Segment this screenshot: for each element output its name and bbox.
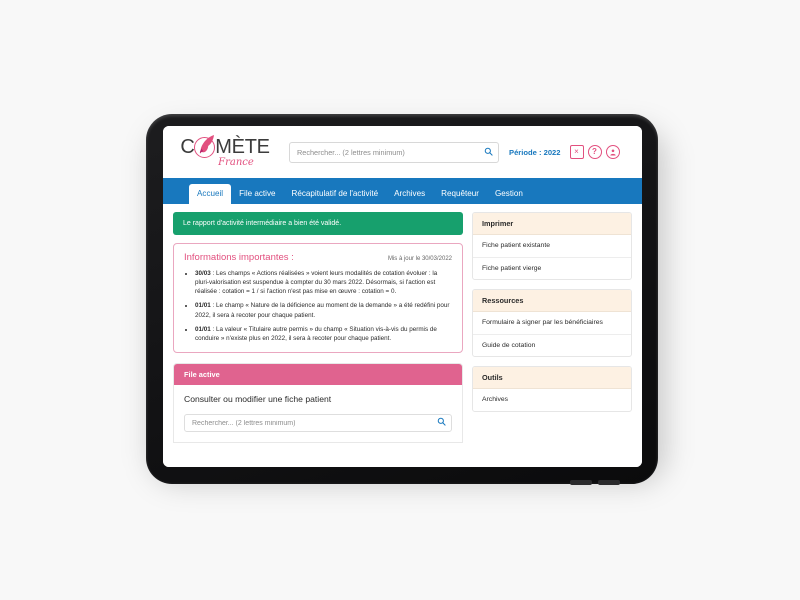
nav-item-gestion[interactable]: Gestion (487, 189, 531, 204)
sidebar: Imprimer Fiche patient existante Fiche p… (472, 212, 632, 467)
last-updated-label: Mis à jour le 30/03/2022 (387, 256, 452, 262)
help-icon[interactable]: ? (587, 145, 602, 159)
main-navigation: Accueil File active Récapitulatif de l'a… (163, 178, 642, 204)
global-search (289, 141, 499, 163)
patient-search (184, 412, 452, 433)
patient-search-input[interactable] (184, 414, 452, 433)
sidebar-item-archives[interactable]: Archives (473, 389, 631, 411)
file-active-panel-body: Consulter ou modifier une fiche patient (174, 385, 462, 443)
list-item-date: 01/01 (195, 325, 211, 333)
sidebar-card-outils: Outils Archives (472, 366, 632, 412)
list-item-text: : La valeur « Titulaire autre permis » d… (195, 325, 437, 342)
important-information-panel: Informations importantes : Mis à jour le… (173, 243, 463, 353)
period-label: Période : 2022 (509, 147, 561, 157)
important-information-list: 30/03 : Les champs « Actions réalisées »… (184, 269, 452, 343)
comet-icon (194, 134, 216, 158)
app-logo[interactable]: C MÈTE France (175, 134, 275, 168)
main-column: Le rapport d'activité intermédiaire a bi… (173, 212, 463, 467)
sidebar-card-title: Imprimer (473, 213, 631, 235)
sidebar-item-guide-de-cotation[interactable]: Guide de cotation (473, 335, 631, 357)
list-item-text: : Le champ « Nature de la déficience au … (195, 302, 450, 319)
list-item-text: : Les champs « Actions réalisées » voien… (195, 270, 438, 296)
page-title: Informations importantes : (184, 252, 294, 263)
sidebar-item-fiche-patient-existante[interactable]: Fiche patient existante (473, 235, 631, 258)
list-item-date: 01/01 (195, 302, 211, 310)
list-item-date: 30/03 (195, 270, 211, 277)
file-active-title: Consulter ou modifier une fiche patient (184, 393, 332, 404)
logo-prefix: C (180, 136, 195, 158)
screenshot-stage: C MÈTE France Rechercher... (2 lettres m… (0, 0, 800, 600)
list-item: 30/03 : Les champs « Actions réalisées »… (195, 269, 452, 296)
sidebar-card-ressources: Ressources Formulaire à signer par les b… (472, 289, 632, 358)
logo-subtitle: France (218, 156, 254, 168)
nav-item-archives[interactable]: Archives (386, 189, 433, 204)
nav-item-accueil[interactable]: Accueil (189, 184, 232, 204)
sidebar-card-title: Ressources (473, 290, 631, 313)
search-input[interactable] (289, 141, 499, 163)
nav-item-recapitulatif[interactable]: Récapitulatif de l'activité (284, 189, 387, 204)
nav-item-file-active[interactable]: File active (231, 189, 283, 204)
app-header: C MÈTE France Rechercher... (2 lettres m… (163, 126, 642, 178)
sidebar-item-formulaire-beneficiaires[interactable]: Formulaire à signer par les bénéficiaire… (473, 312, 631, 335)
sidebar-item-fiche-patient-vierge[interactable]: Fiche patient vierge (473, 258, 631, 280)
page-content: Le rapport d'activité intermédiaire a bi… (163, 204, 642, 467)
list-item: 01/01 : Le champ « Nature de la déficien… (195, 301, 452, 319)
account-icon[interactable] (605, 145, 620, 159)
tablet-side-button (570, 480, 592, 485)
tablet-side-button-2 (598, 480, 620, 485)
sidebar-card-imprimer: Imprimer Fiche patient existante Fiche p… (472, 212, 632, 281)
logo-suffix: MÈTE (215, 136, 270, 158)
list-item: 01/01 : La valeur « Titulaire autre perm… (195, 325, 452, 343)
success-banner: Le rapport d'activité intermédiaire a bi… (173, 212, 463, 235)
file-active-panel-header: File active (174, 363, 462, 385)
close-icon[interactable]: × (569, 145, 584, 159)
file-active-panel: File active Consulter ou modifier une fi… (173, 362, 463, 444)
important-information-header: Informations importantes : Mis à jour le… (184, 252, 452, 263)
nav-item-requeteur[interactable]: Requêteur (433, 189, 487, 204)
tablet-screen: C MÈTE France Rechercher... (2 lettres m… (163, 126, 642, 467)
logo-wordmark: C MÈTE (180, 134, 270, 158)
sidebar-card-title: Outils (473, 367, 631, 390)
